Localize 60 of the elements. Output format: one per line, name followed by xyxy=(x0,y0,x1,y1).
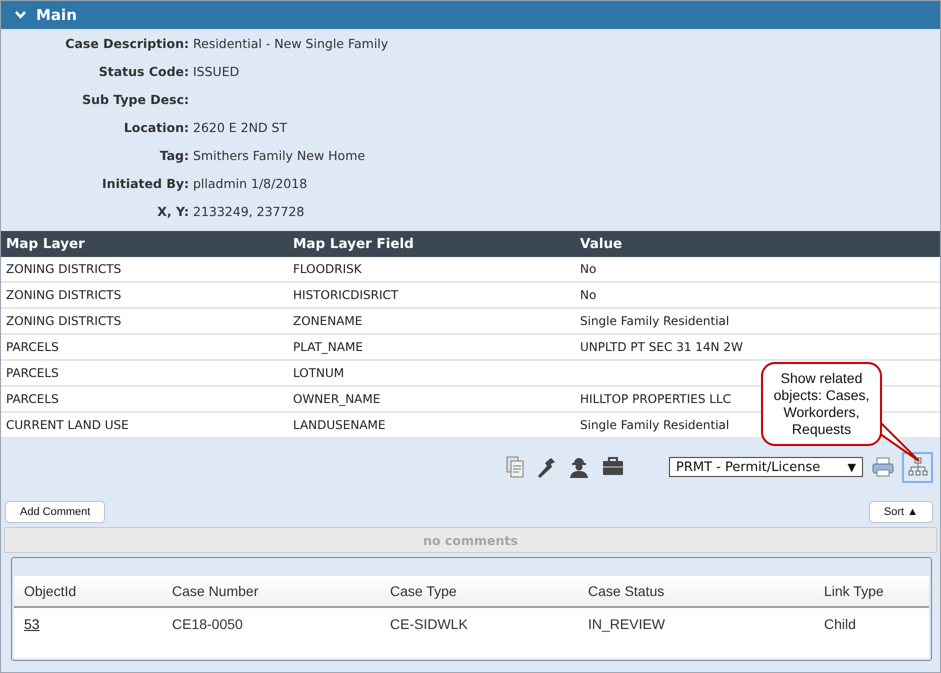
table-cell: ZONING DISTRICTS xyxy=(6,288,122,302)
field-label: Tag: xyxy=(158,148,190,162)
printer-icon xyxy=(872,457,894,477)
table-cell: HILLTOP PROPERTIES LLC xyxy=(580,392,732,406)
add-comment-button[interactable]: Add Comment xyxy=(5,501,106,523)
table-cell: PLAT_NAME xyxy=(293,340,363,354)
field-label: Status Code: xyxy=(98,64,190,78)
briefcase-icon[interactable] xyxy=(602,456,624,476)
column-header: Map Layer Field xyxy=(292,236,415,252)
field-value: 2620 E 2ND ST xyxy=(193,120,288,134)
table-cell: Single Family Residential xyxy=(580,418,730,432)
column-header: Map Layer xyxy=(5,236,86,252)
table-cell: OWNER_NAME xyxy=(293,392,380,406)
field-value: ISSUED xyxy=(193,64,240,78)
field-value: Residential - New Single Family xyxy=(193,36,390,50)
table-cell: Single Family Residential xyxy=(580,314,730,328)
table-cell: ZONENAME xyxy=(293,314,362,328)
field-label: Initiated By: xyxy=(101,176,190,190)
table-cell-text: CE-SIDWLK xyxy=(389,616,469,632)
column-header: Link Type xyxy=(823,583,885,599)
object-id-link[interactable]: 53 xyxy=(24,616,40,632)
wrench-icon[interactable] xyxy=(536,456,556,478)
field-label: Location: xyxy=(122,120,190,134)
column-header: Value xyxy=(579,236,624,252)
table-cell: LANDUSENAME xyxy=(293,418,386,432)
sort-button[interactable]: Sort ▲ xyxy=(868,501,933,523)
field-value: plladmin 1/8/2018 xyxy=(193,176,308,190)
table-cell: PARCELS xyxy=(6,340,59,354)
table-cell: UNPLTD PT SEC 31 14N 2W xyxy=(580,340,743,354)
field-label: Case Description: xyxy=(64,36,190,50)
table-cell: FLOODRISK xyxy=(293,262,362,276)
table-cell: PARCELS xyxy=(6,366,59,380)
field-label: Sub Type Desc: xyxy=(81,92,190,106)
chevron-down-icon[interactable] xyxy=(15,11,26,19)
table-cell-text: IN_REVIEW xyxy=(587,616,666,632)
table-cell: HISTORICDISRICT xyxy=(293,288,398,302)
field-value: Smithers Family New Home xyxy=(193,148,366,162)
table-cell-text: CE18-0050 xyxy=(171,616,244,632)
table-cell: ZONING DISTRICTS xyxy=(6,314,122,328)
hierarchy-icon xyxy=(908,457,928,477)
callout-text: Show related objects: Cases, Workorders, Requests xyxy=(772,370,870,438)
field-label: X, Y: xyxy=(156,204,190,218)
column-header: ObjectId xyxy=(23,583,78,599)
hierarchy-button[interactable] xyxy=(902,452,933,482)
table-cell: PARCELS xyxy=(6,392,59,406)
column-header: Case Number xyxy=(171,583,260,599)
table-cell-text: Child xyxy=(823,616,857,632)
type-select[interactable]: PRMT - Permit/License ▼ xyxy=(669,457,863,477)
table-cell: LOTNUM xyxy=(293,366,344,380)
table-cell: No xyxy=(580,288,596,302)
table-cell: CURRENT LAND USE xyxy=(6,418,129,432)
section-title: Main xyxy=(36,6,77,24)
field-value: 2133249, 237728 xyxy=(193,204,306,218)
column-header: Case Type xyxy=(389,583,458,599)
copy-icon[interactable] xyxy=(506,456,524,478)
empty-comments-message: no comments xyxy=(4,527,937,553)
table-cell: ZONING DISTRICTS xyxy=(6,262,122,276)
worker-icon[interactable] xyxy=(568,456,590,478)
column-header: Case Status xyxy=(587,583,666,599)
table-cell: No xyxy=(580,262,596,276)
